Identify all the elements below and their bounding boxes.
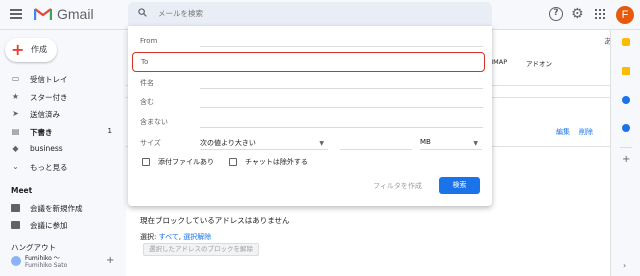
dropdown-arrow-icon: ▼ xyxy=(319,140,324,147)
search-icon[interactable] xyxy=(138,8,147,17)
sidebar-item-inbox[interactable]: ▭ 受信トレイ xyxy=(0,70,126,88)
add-hangout-icon[interactable]: + xyxy=(106,256,114,266)
contacts-icon[interactable] xyxy=(622,124,630,132)
gear-icon[interactable]: ⚙ xyxy=(571,7,584,21)
sidebar-item-label: business xyxy=(30,144,63,153)
subject-field[interactable] xyxy=(200,88,483,89)
compose-label: 作成 xyxy=(31,45,47,54)
exclude-chats-checkbox[interactable] xyxy=(229,158,237,166)
chevron-down-icon: ⌄ xyxy=(12,161,19,171)
keep-icon[interactable] xyxy=(622,67,630,75)
add-addon-icon[interactable]: + xyxy=(622,155,630,165)
sidebar-item-drafts[interactable]: ▤ 下書き 1 xyxy=(0,123,126,141)
size-operator-value: 次の値より大きい xyxy=(200,139,256,147)
sidebar-item-count: 1 xyxy=(107,126,112,135)
rail-divider xyxy=(620,147,632,148)
hangouts-user-sub: Fumihiko Sato xyxy=(25,262,68,269)
from-field[interactable] xyxy=(200,46,483,47)
exclude-chats-label[interactable]: チャットは除外する xyxy=(245,157,308,167)
sidebar-item-label: スター付き xyxy=(30,92,68,102)
edit-link[interactable]: 編集 xyxy=(556,127,570,137)
sidebar: + 作成 ▭ 受信トレイ ★ スター付き ➤ 送信済み ▤ 下書き 1 ◆ bu… xyxy=(0,30,126,276)
meet-new-meeting[interactable]: 会議を新規作成 xyxy=(0,202,126,216)
size-operator-select[interactable]: 次の値より大きい ▼ xyxy=(200,138,328,150)
video-icon xyxy=(11,204,20,212)
unblock-button[interactable]: 選択したアドレスのブロックを解除 xyxy=(143,243,259,256)
compose-button[interactable]: + 作成 xyxy=(5,38,57,62)
sidebar-item-label: 受信トレイ xyxy=(30,75,68,84)
tasks-icon[interactable] xyxy=(622,96,630,104)
size-label: サイズ xyxy=(140,139,161,147)
hangouts-user-name[interactable]: Fumihiko ～ xyxy=(25,253,60,262)
sidebar-item-label: もっと見る xyxy=(30,162,68,172)
sidebar-item-sent[interactable]: ➤ 送信済み xyxy=(0,105,126,123)
keyboard-icon xyxy=(11,221,20,229)
meet-join-meeting[interactable]: 会議に参加 xyxy=(0,219,126,233)
select-prefix: 選択: xyxy=(140,233,159,241)
doesnt-have-label: 含まない xyxy=(140,118,168,126)
chevron-right-icon[interactable]: › xyxy=(623,262,626,270)
has-words-label: 含む xyxy=(140,98,154,106)
to-field[interactable] xyxy=(132,52,485,72)
send-icon: ➤ xyxy=(12,109,19,118)
label-icon: ◆ xyxy=(12,144,19,153)
apps-icon[interactable] xyxy=(595,9,605,19)
tab-addons[interactable]: アドオン xyxy=(526,58,552,68)
help-icon[interactable]: ? xyxy=(549,7,563,21)
sidebar-item-label: 下書き xyxy=(30,127,53,137)
star-icon: ★ xyxy=(11,91,20,101)
has-words-field[interactable] xyxy=(200,107,483,108)
hangouts-user-avatar[interactable] xyxy=(11,256,21,266)
sidebar-item-starred[interactable]: ★ スター付き xyxy=(0,88,126,106)
size-unit-value: MB xyxy=(420,138,431,146)
gmail-logo[interactable] xyxy=(34,7,52,21)
hangouts-header: ハングアウト xyxy=(11,243,56,252)
create-filter-button[interactable]: フィルタを作成 xyxy=(373,181,422,191)
search-input[interactable] xyxy=(158,5,478,21)
from-label: From xyxy=(140,37,158,45)
sidebar-item-business[interactable]: ◆ business xyxy=(0,140,126,158)
avatar[interactable]: F xyxy=(616,6,634,24)
delete-link[interactable]: 削除 xyxy=(579,127,593,137)
select-none-link[interactable]: 選択解除 xyxy=(183,233,211,241)
meet-header: Meet xyxy=(11,186,33,195)
draft-icon: ▤ xyxy=(11,126,20,136)
dropdown-arrow-icon: ▼ xyxy=(473,140,478,147)
selection-line: 選択: すべて, 選択解除 xyxy=(140,232,211,242)
search-button[interactable]: 検索 xyxy=(439,177,480,194)
sidebar-item-more[interactable]: ⌄ もっと見る xyxy=(0,158,126,176)
to-label: To xyxy=(141,58,149,66)
sidebar-item-label: 送信済み xyxy=(30,110,60,119)
meet-new-meeting-label: 会議を新規作成 xyxy=(30,204,83,213)
doesnt-have-field[interactable] xyxy=(200,127,483,128)
subject-label: 件名 xyxy=(140,79,154,87)
select-all-link[interactable]: すべて xyxy=(159,233,179,241)
menu-icon[interactable] xyxy=(10,9,22,19)
blocked-addresses-text: 現在ブロックしているアドレスはありません xyxy=(140,216,290,225)
has-attachment-checkbox[interactable] xyxy=(142,158,150,166)
inbox-icon: ▭ xyxy=(11,74,20,83)
plus-icon: + xyxy=(11,40,25,59)
meet-join-meeting-label: 会議に参加 xyxy=(30,221,68,230)
size-value-field[interactable] xyxy=(340,138,412,150)
sidebar-nav: ▭ 受信トレイ ★ スター付き ➤ 送信済み ▤ 下書き 1 ◆ busines… xyxy=(0,70,126,175)
size-unit-select[interactable]: MB ▼ xyxy=(420,138,482,150)
has-attachment-label[interactable]: 添付ファイルあり xyxy=(158,157,214,167)
app-name: Gmail xyxy=(57,6,94,22)
calendar-icon[interactable] xyxy=(622,38,630,46)
